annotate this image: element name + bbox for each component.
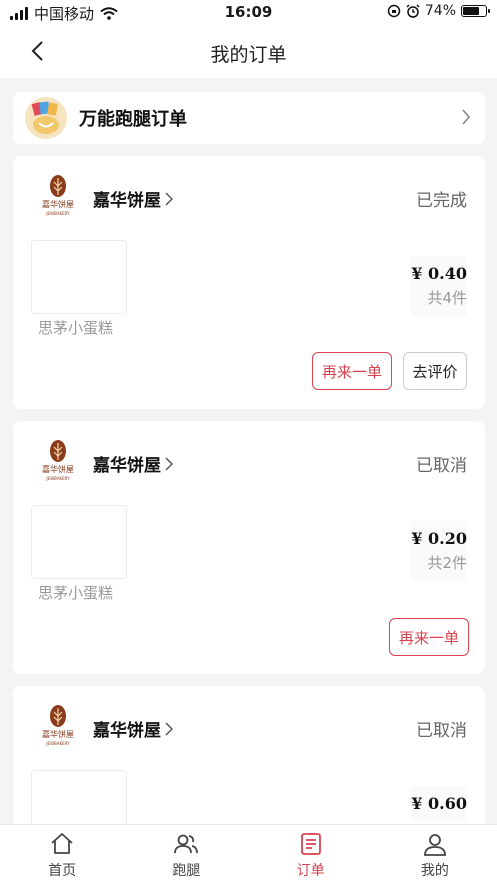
store-logo: 嘉华饼屋 JEWBAKERY [41,439,75,483]
store-logo: 嘉华饼屋 JEWBAKERY [41,704,75,748]
review-button[interactable]: 去评价 [403,352,467,390]
price-summary: ¥ 0.40 共4件 [411,256,467,316]
store-name-link[interactable]: 嘉华饼屋 [93,716,173,741]
svg-text:JEWBAKERY: JEWBAKERY [45,741,70,746]
alarm-icon [406,4,420,18]
tab-home[interactable]: 首页 [0,825,124,883]
nav-bar: 我的订单 [0,26,497,78]
order-card[interactable]: 嘉华饼屋 JEWBAKERY 嘉华饼屋 已完成 思茅小蛋糕 ¥ 0.40 共4件… [13,156,485,409]
svg-text:嘉华饼屋: 嘉华饼屋 [42,729,74,739]
product-image[interactable] [31,240,127,314]
profile-icon [423,834,446,856]
tab-bar: 首页 跑腿 订单 我的 [0,824,497,883]
status-right: 74% [387,3,490,19]
errand-orders-entry[interactable]: 万能跑腿订单 [13,92,485,144]
store-name-link[interactable]: 嘉华饼屋 [93,186,173,211]
product-name: 思茅小蛋糕 [38,584,114,602]
price-summary: ¥ 0.60 [411,786,467,821]
errand-title: 万能跑腿订单 [79,109,187,130]
store-name-link[interactable]: 嘉华饼屋 [93,451,173,476]
order-price: ¥ 0.40 [411,264,467,283]
reorder-button[interactable]: 再来一单 [389,618,469,656]
item-count: 共4件 [427,289,467,307]
store-logo: 嘉华饼屋 JEWBAKERY [41,174,75,218]
reorder-button[interactable]: 再来一单 [312,352,392,390]
home-icon [51,833,73,854]
store-name: 嘉华饼屋 [93,456,161,476]
errand-icon [25,97,67,139]
order-card[interactable]: 嘉华饼屋 JEWBAKERY 嘉华饼屋 已取消 ¥ 0.60 [13,686,485,844]
chevron-right-icon [165,456,173,471]
svg-text:JEWBAKERY: JEWBAKERY [45,476,70,481]
rotation-lock-icon [387,4,401,18]
product-name: 思茅小蛋糕 [38,319,114,337]
product-image[interactable] [31,505,127,579]
tab-orders[interactable]: 订单 [249,825,373,883]
order-status: 已完成 [416,191,467,211]
chevron-right-icon [165,721,173,736]
order-status: 已取消 [416,721,467,741]
price-summary: ¥ 0.20 共2件 [411,521,467,581]
order-price: ¥ 0.20 [411,529,467,548]
order-status: 已取消 [416,456,467,476]
svg-text:嘉华饼屋: 嘉华饼屋 [42,464,74,474]
tab-label: 我的 [420,863,449,879]
status-bar: 中国移动 16:09 74% [0,0,497,26]
tab-label: 订单 [296,863,325,879]
order-card[interactable]: 嘉华饼屋 JEWBAKERY 嘉华饼屋 已取消 思茅小蛋糕 ¥ 0.20 共2件… [13,421,485,674]
item-count: 共2件 [427,554,467,572]
tab-label: 首页 [48,863,77,879]
battery-icon [461,5,490,17]
battery-percent: 74% [424,3,456,19]
chevron-right-icon [462,109,471,125]
chevron-right-icon [165,191,173,206]
order-icon [300,833,321,855]
order-price: ¥ 0.60 [411,794,467,813]
store-name: 嘉华饼屋 [93,721,161,741]
svg-text:嘉华饼屋: 嘉华饼屋 [42,199,74,209]
tab-errand[interactable]: 跑腿 [124,825,248,883]
tab-profile[interactable]: 我的 [373,825,497,883]
store-name: 嘉华饼屋 [93,191,161,211]
page-title: 我的订单 [210,44,287,66]
users-icon [174,834,199,854]
svg-text:JEWBAKERY: JEWBAKERY [45,211,70,216]
tab-label: 跑腿 [172,863,201,879]
